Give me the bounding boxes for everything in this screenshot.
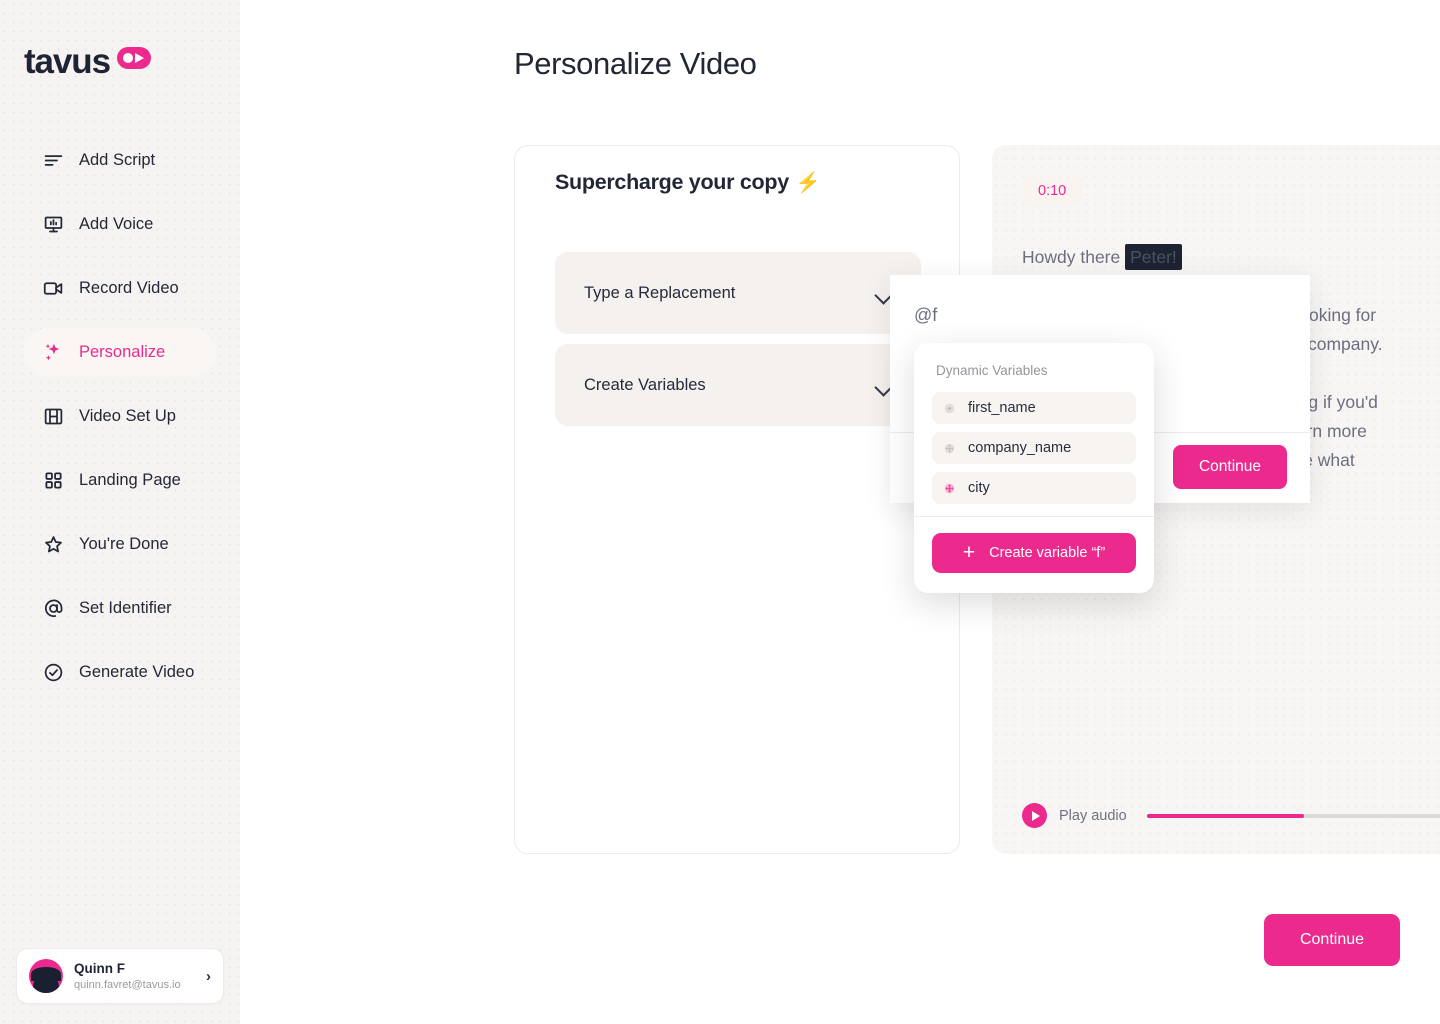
continue-button[interactable]: Continue [1264,914,1400,966]
mention-typed-text[interactable]: @f [914,305,937,326]
variable-label: city [968,480,990,496]
variable-label: first_name [968,400,1036,416]
variable-dot-icon [944,443,955,453]
play-icon[interactable] [1022,803,1047,828]
sidebar-item-record-video[interactable]: Record Video [24,264,216,312]
chevron-right-icon[interactable]: › [206,968,211,985]
sidebar-item-label: Add Voice [79,214,154,233]
user-profile-card[interactable]: Quinn F quinn.favret@tavus.io › [16,948,224,1004]
accordion-create-variables[interactable]: Create Variables [555,344,921,426]
sidebar-item-label: Set Identifier [79,598,172,617]
sidebar-item-set-identifier[interactable]: Set Identifier [24,584,216,632]
script-selected-token: Peter! [1125,244,1182,270]
sidebar-item-add-voice[interactable]: Add Voice [24,200,216,248]
variable-item-company-name[interactable]: company_name [932,432,1136,464]
menu-divider [914,516,1154,517]
profile-email: quinn.favret@tavus.io [74,978,181,991]
sidebar-item-label: Landing Page [79,470,181,489]
create-variable-button[interactable]: + Create variable “f” [932,533,1136,573]
card-heading: Supercharge your copy ⚡ [555,170,821,195]
grid-icon [42,469,64,491]
sidebar: tavus Add Script Add Voice Record Video … [0,0,240,1024]
variable-dot-icon [944,483,955,493]
play-badge-icon [116,46,151,69]
accordion-label: Create Variables [584,375,706,394]
audio-progress-fill [1146,813,1305,818]
logo-triangle-icon [135,52,145,63]
audio-progress-slider[interactable] [1146,813,1440,818]
video-camera-icon [42,277,64,299]
script-greeting-prefix: Howdy there [1022,247,1126,267]
dynamic-variables-menu: Dynamic Variables first_name company_nam… [914,343,1154,593]
lightning-bolt-icon: ⚡ [795,172,821,194]
avatar [29,959,63,993]
variables-menu-title: Dynamic Variables [936,363,1048,378]
variable-label: company_name [968,440,1072,456]
plus-icon: + [962,540,976,564]
duration-badge: 0:10 [1022,177,1083,205]
sidebar-nav: Add Script Add Voice Record Video Person… [24,136,216,712]
profile-name: Quinn F [74,961,125,977]
variable-dot-icon [944,403,955,413]
main-content: Personalize Video Supercharge your copy … [240,0,1440,1024]
sidebar-item-label: Add Script [79,150,156,169]
variable-item-city[interactable]: city [932,472,1136,504]
sidebar-item-label: You're Done [79,534,169,553]
sidebar-item-video-set-up[interactable]: Video Set Up [24,392,216,440]
create-variable-label: Create variable “f” [989,545,1106,561]
sidebar-item-label: Generate Video [79,662,195,681]
lines-icon [42,149,64,171]
logo-circle-icon [123,52,134,63]
sidebar-item-landing-page[interactable]: Landing Page [24,456,216,504]
accordion-type-a-replacement[interactable]: Type a Replacement [555,252,921,334]
presentation-icon [42,213,64,235]
at-icon [42,597,64,619]
page-title: Personalize Video [514,46,757,81]
panel-continue-button[interactable]: Continue [1172,445,1287,489]
audio-player: Play audio 0:10 | 1:45 [1022,803,1440,828]
check-circle-icon [42,661,64,683]
accordion-label: Type a Replacement [584,283,736,302]
sparkles-icon [42,341,64,363]
variable-item-first-name[interactable]: first_name [932,392,1136,424]
card-heading-text: Supercharge your copy [555,170,789,194]
sidebar-item-add-script[interactable]: Add Script [24,136,216,184]
sidebar-item-label: Record Video [79,278,179,297]
sidebar-item-youre-done[interactable]: You're Done [24,520,216,568]
sidebar-item-label: Personalize [79,342,166,361]
logo-wordmark: tavus [24,42,111,81]
film-icon [42,405,64,427]
play-audio-label: Play audio [1059,807,1127,824]
sidebar-item-label: Video Set Up [79,406,176,425]
tavus-logo[interactable]: tavus [24,44,151,79]
sidebar-item-personalize[interactable]: Personalize [24,328,216,376]
sidebar-item-generate-video[interactable]: Generate Video [24,648,216,696]
star-icon [42,533,64,555]
